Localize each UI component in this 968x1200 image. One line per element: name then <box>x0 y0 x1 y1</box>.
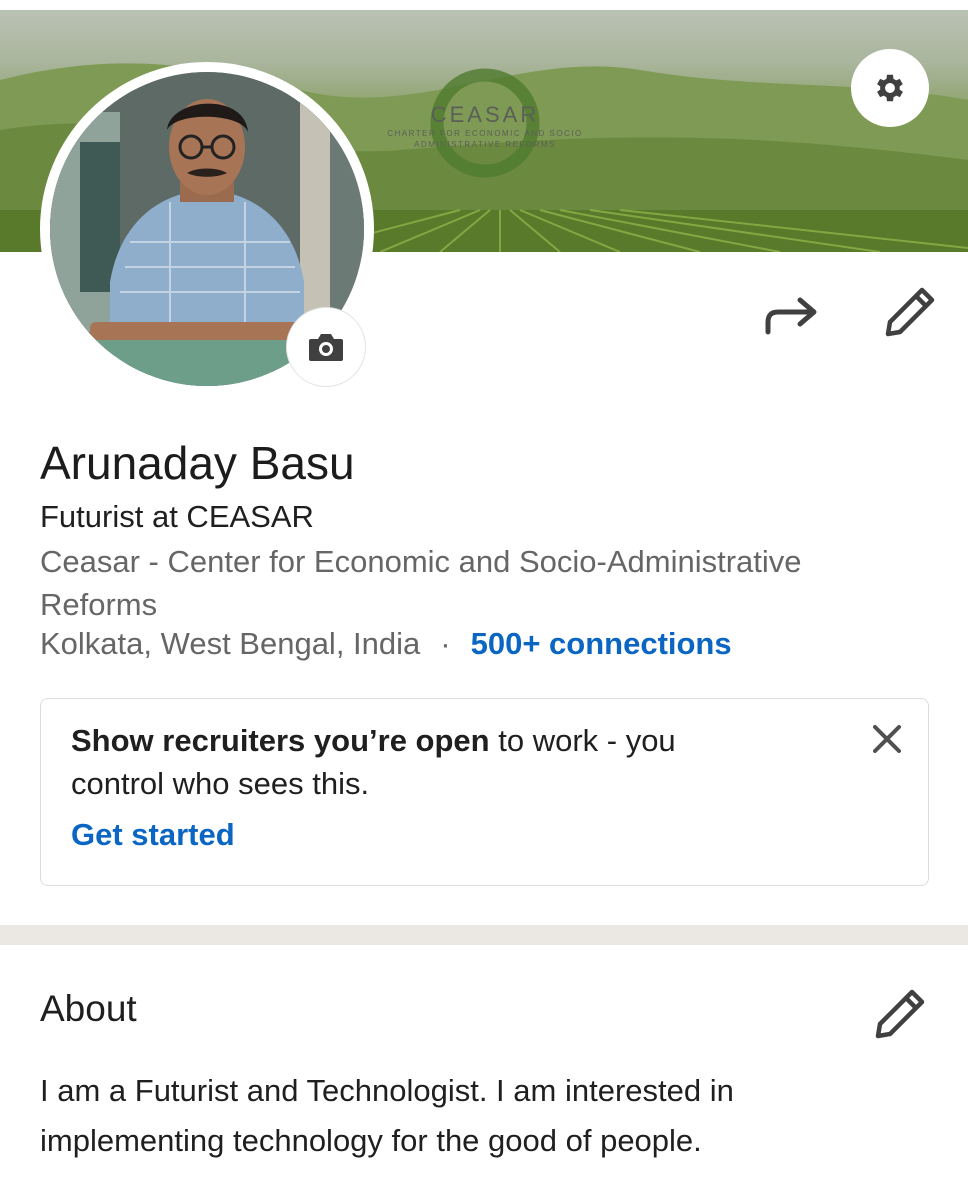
pencil-icon[interactable] <box>882 284 938 340</box>
close-icon[interactable] <box>869 721 905 757</box>
open-to-work-text: Show recruiters you’re open to work - yo… <box>71 719 771 805</box>
about-title: About <box>40 988 137 1029</box>
profile-headline: Futurist at CEASAR <box>40 499 314 534</box>
logo-subtitle-line2: ADMINISTRATIVE REFORMS <box>414 140 556 149</box>
share-arrow-icon[interactable] <box>760 292 822 338</box>
profile-company: Ceasar - Center for Economic and Socio-A… <box>40 544 802 622</box>
section-divider <box>0 925 968 945</box>
about-text: I am a Futurist and Technologist. I am i… <box>40 1073 734 1158</box>
connections-link[interactable]: 500+ connections <box>471 626 732 661</box>
separator-dot: · <box>440 626 451 661</box>
logo-subtitle-line1: CHARTER FOR ECONOMIC AND SOCIO <box>387 129 583 138</box>
logo-title: CEASAR <box>430 102 540 127</box>
camera-icon <box>309 334 343 361</box>
profile-name: Arunaday Basu <box>40 437 355 489</box>
profile-location: Kolkata, West Bengal, India <box>40 626 421 661</box>
banner-logo: CEASAR CHARTER FOR ECONOMIC AND SOCIO AD… <box>375 102 595 150</box>
change-photo-button[interactable] <box>286 307 366 387</box>
gear-icon <box>877 74 903 102</box>
about-pencil-icon[interactable] <box>872 986 928 1042</box>
open-to-work-card: Show recruiters you’re open to work - yo… <box>40 698 929 886</box>
open-to-work-bold-text: Show recruiters you’re open <box>71 723 490 758</box>
get-started-link[interactable]: Get started <box>71 817 235 853</box>
location-row: Kolkata, West Bengal, India · 500+ connect… <box>40 626 732 662</box>
settings-button[interactable] <box>851 49 929 127</box>
